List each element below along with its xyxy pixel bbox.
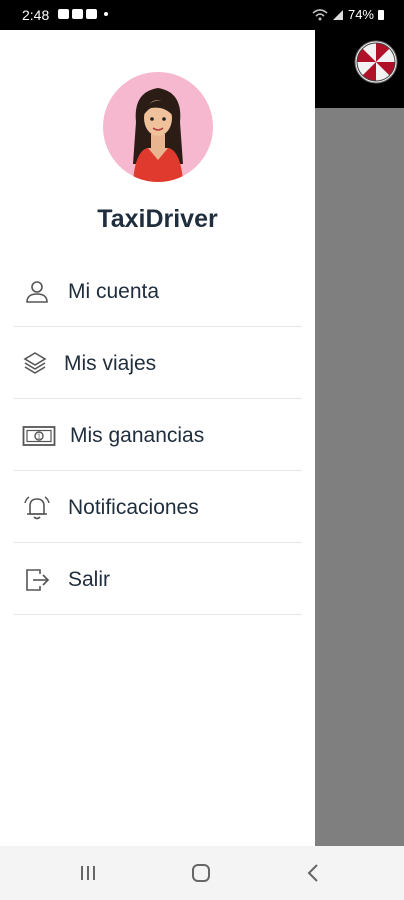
youtube-icon [86,9,97,19]
system-navigation-bar [0,846,404,900]
home-icon[interactable] [186,860,216,886]
menu-item-mis-ganancias[interactable]: 1 Mis ganancias [14,399,302,471]
bell-icon [24,496,50,520]
umbrella-logo-icon[interactable] [354,40,398,84]
signal-icon [332,9,343,20]
wifi-icon [312,8,328,20]
app-name: TaxiDriver [97,205,218,233]
notification-icons [58,9,108,19]
gallery-icon [58,9,69,19]
youtube-icon [72,9,83,19]
avatar[interactable] [103,72,213,182]
status-bar: 2:48 74% [0,0,404,30]
battery-icon [378,9,384,20]
drawer-scrim[interactable] [315,30,404,846]
status-right: 74% [312,7,384,22]
back-icon[interactable] [298,860,328,886]
dot-icon [104,12,108,16]
woman-avatar-icon [133,88,183,182]
logout-icon [26,569,50,591]
menu-item-mis-viajes[interactable]: Mis viajes [14,327,302,399]
svg-text:1: 1 [37,434,41,441]
menu-item-notificaciones[interactable]: Notificaciones [14,471,302,543]
battery-percentage: 74% [347,7,374,22]
menu-item-label: Mi cuenta [68,280,160,303]
layers-icon [23,352,47,374]
menu-item-label: Mis ganancias [70,424,205,447]
user-icon [26,281,48,303]
menu-item-label: Notificaciones [68,496,199,519]
menu-item-label: Mis viajes [64,352,157,375]
menu-item-mi-cuenta[interactable]: Mi cuenta [14,255,302,327]
recents-icon[interactable] [73,860,103,886]
status-time: 2:48 [22,7,50,23]
money-icon: 1 [22,426,56,446]
menu-item-label: Salir [68,568,111,591]
menu-item-salir[interactable]: Salir [14,543,302,615]
navigation-drawer: TaxiDriver Mi cuenta Mis viajes 1 Mis ga… [0,30,315,846]
